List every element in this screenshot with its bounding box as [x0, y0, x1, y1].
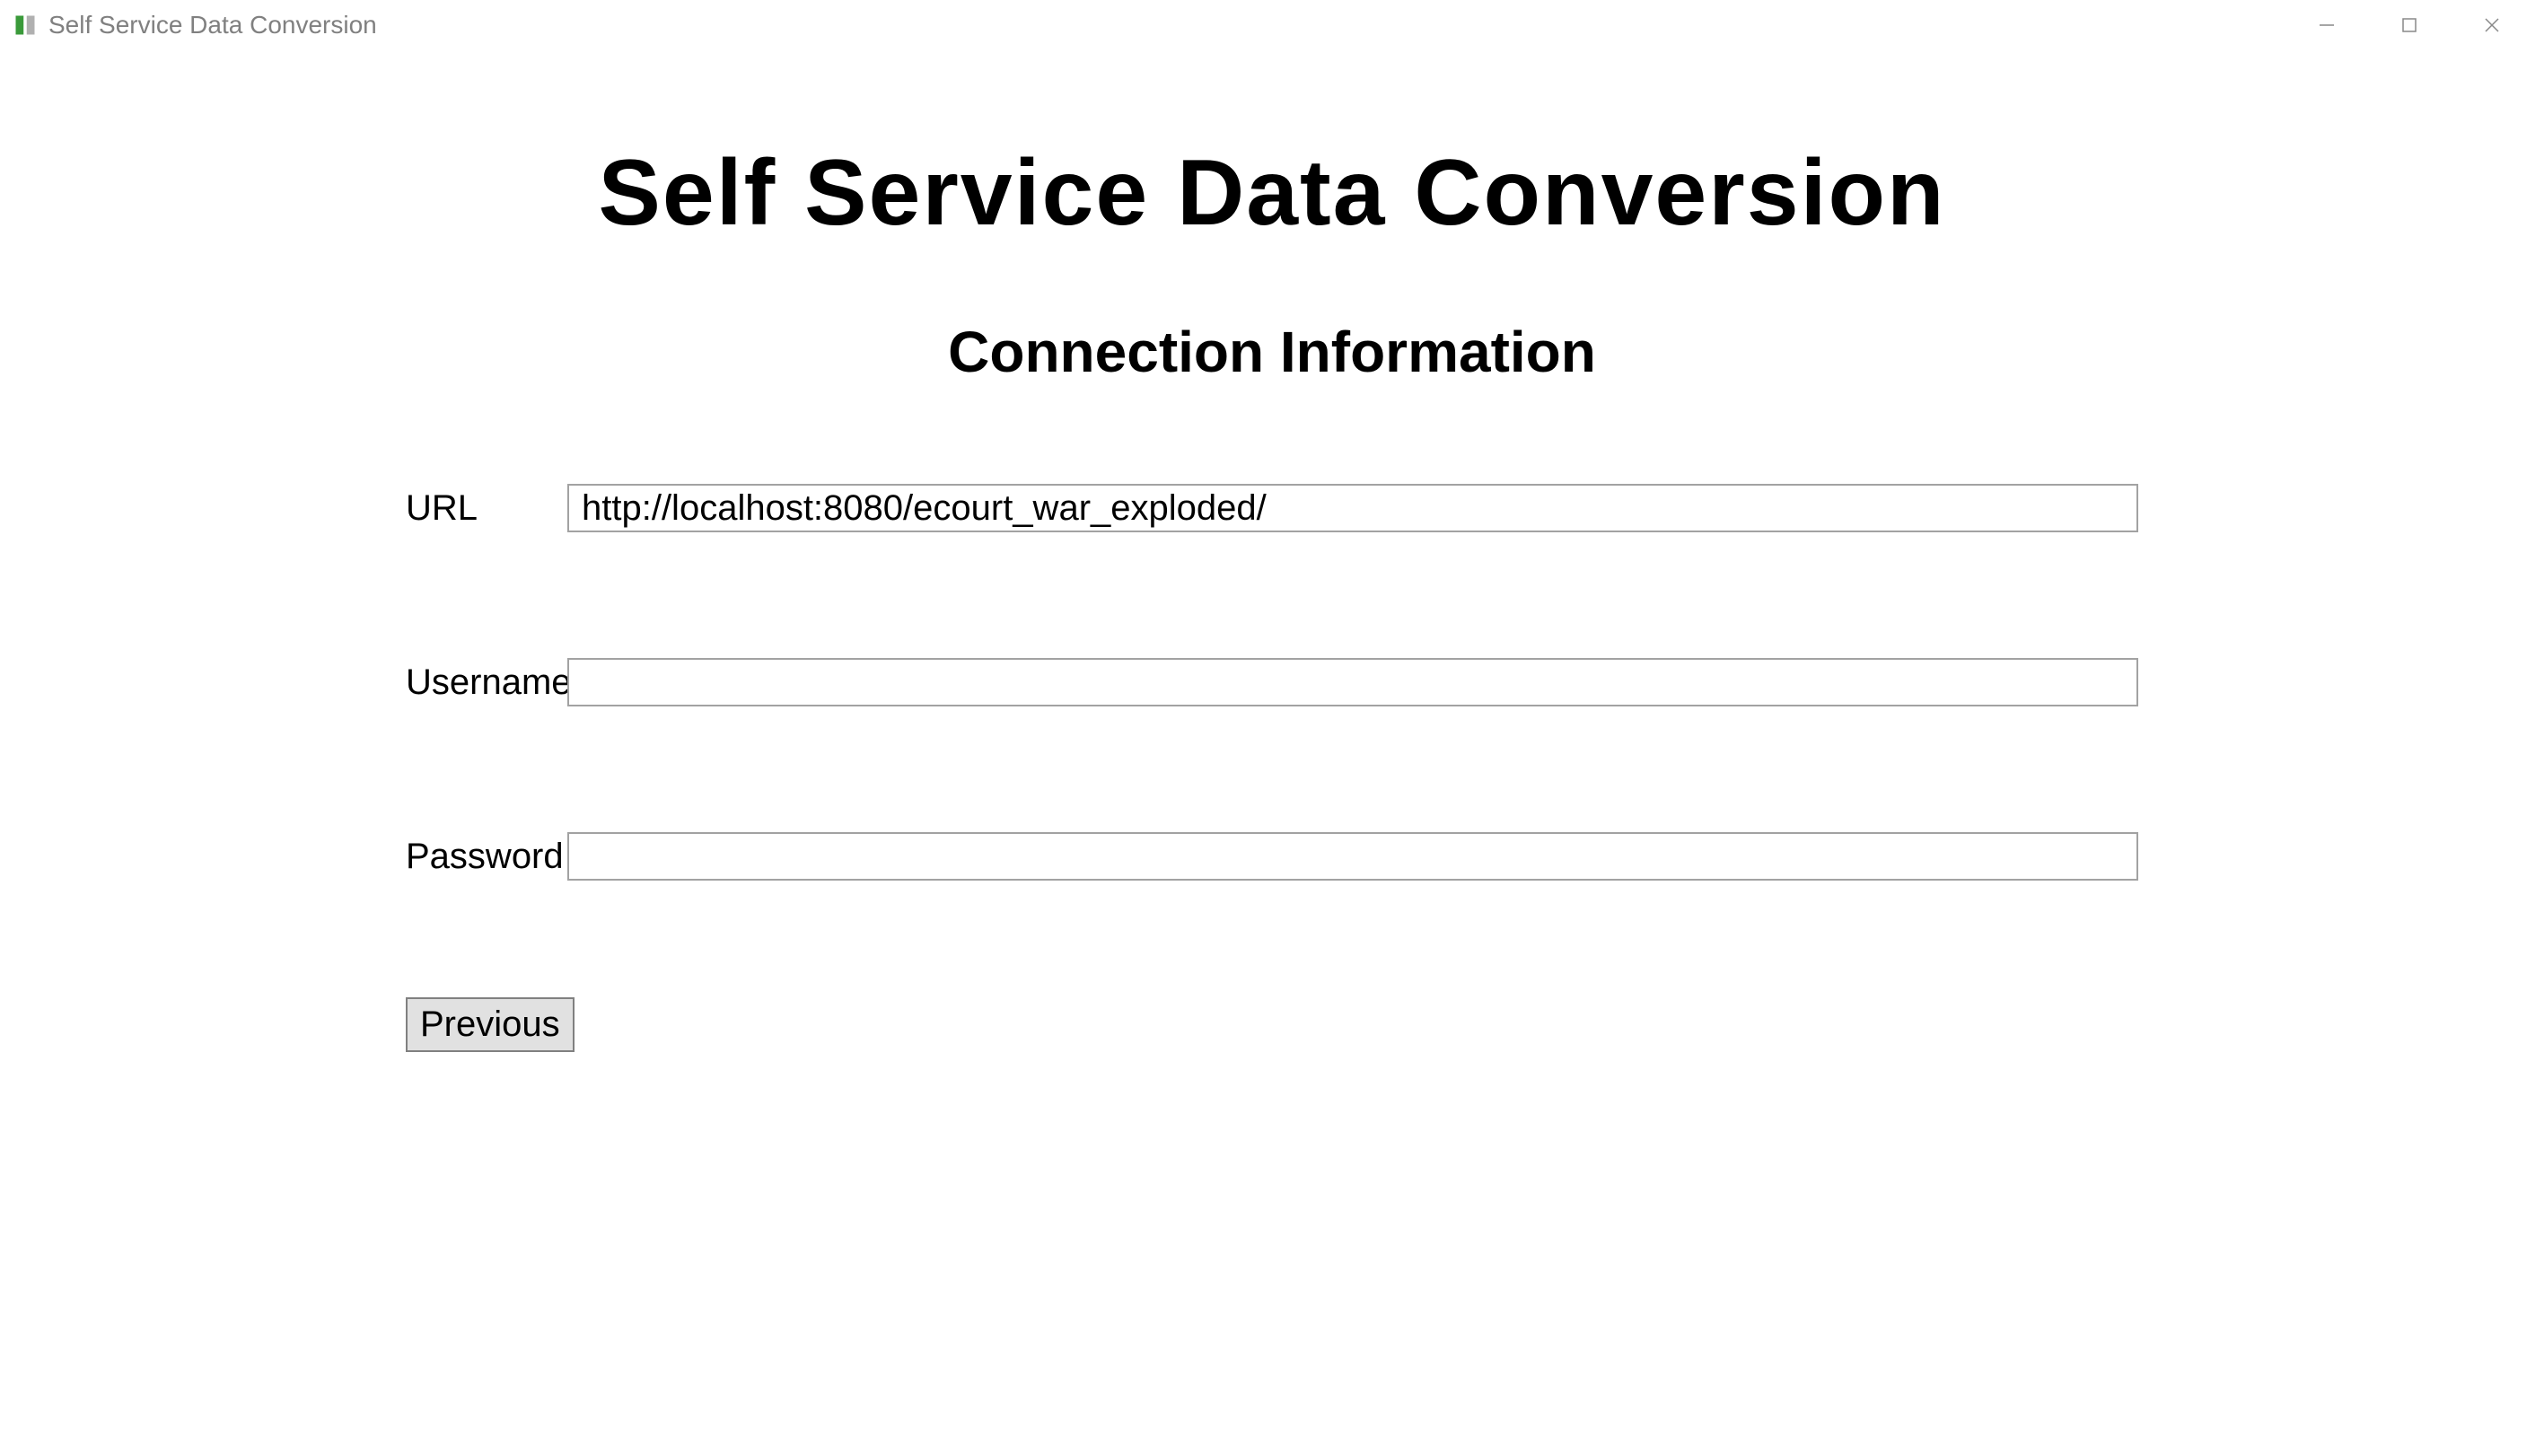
close-button[interactable]: [2451, 0, 2533, 50]
close-icon: [2483, 16, 2501, 34]
minimize-button[interactable]: [2285, 0, 2368, 50]
minimize-icon: [2318, 16, 2336, 34]
maximize-icon: [2400, 16, 2418, 34]
page-title: Self Service Data Conversion: [0, 140, 2544, 247]
username-input[interactable]: [567, 658, 2138, 706]
title-bar: Self Service Data Conversion: [0, 0, 2544, 50]
content-area: Self Service Data Conversion Connection …: [0, 50, 2544, 1052]
url-label: URL: [406, 488, 567, 529]
section-title: Connection Information: [0, 319, 2544, 385]
username-label: Username: [406, 662, 567, 703]
url-row: URL: [406, 484, 2138, 532]
window-controls: [2285, 0, 2533, 50]
password-row: Password: [406, 832, 2138, 881]
connection-form: URL Username Password Previous: [406, 484, 2138, 1052]
previous-button[interactable]: Previous: [406, 997, 575, 1052]
username-row: Username: [406, 658, 2138, 706]
window-title: Self Service Data Conversion: [48, 11, 2285, 39]
button-row: Previous: [406, 997, 2138, 1052]
password-label: Password: [406, 837, 567, 877]
maximize-button[interactable]: [2368, 0, 2451, 50]
password-input[interactable]: [567, 832, 2138, 881]
url-input[interactable]: [567, 484, 2138, 532]
app-icon: [11, 11, 39, 39]
